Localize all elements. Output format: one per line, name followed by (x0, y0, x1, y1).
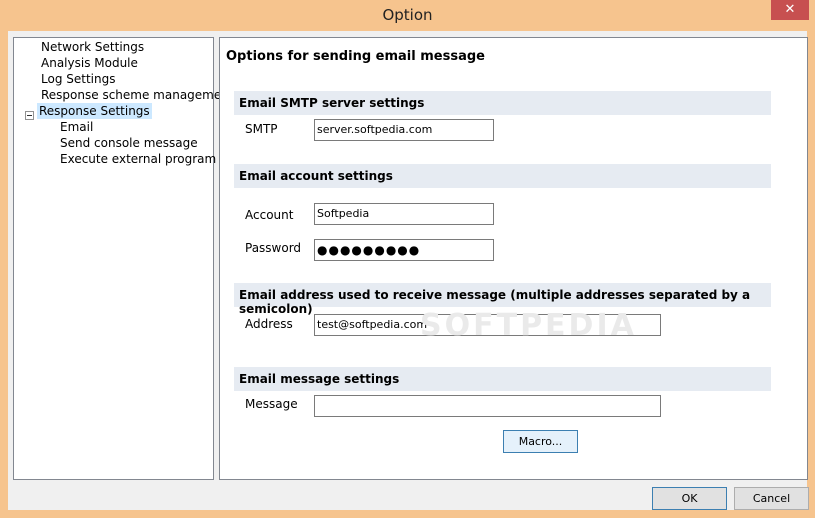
section-account: Email account settings (234, 164, 771, 188)
password-field[interactable]: ●●●●●●●●● (314, 239, 494, 261)
address-label: Address (245, 317, 293, 331)
account-label: Account (245, 208, 294, 222)
ok-button[interactable]: OK (652, 487, 727, 510)
option-window: Option ✕ Network Settings Analysis Modul… (0, 0, 815, 518)
smtp-field[interactable]: server.softpedia.com (314, 119, 494, 141)
section-message: Email message settings (234, 367, 771, 391)
macro-button[interactable]: Macro... (503, 430, 578, 453)
title-bar[interactable]: Option ✕ (0, 0, 815, 31)
smtp-label: SMTP (245, 122, 278, 136)
tree-item-response-scheme-management[interactable]: Response scheme management (39, 87, 236, 103)
tree-item-email[interactable]: Email (58, 119, 95, 135)
tree-item-response-settings[interactable]: Response Settings (37, 103, 152, 119)
close-icon[interactable]: ✕ (771, 0, 809, 20)
message-label: Message (245, 397, 298, 411)
tree-item-send-console-message[interactable]: Send console message (58, 135, 200, 151)
options-panel: Options for sending email message Email … (219, 37, 808, 480)
tree-item-log-settings[interactable]: Log Settings (39, 71, 117, 87)
section-message-title: Email message settings (239, 372, 400, 386)
panel-heading: Options for sending email message (226, 49, 485, 64)
settings-tree[interactable]: Network Settings Analysis Module Log Set… (13, 37, 234, 480)
section-smtp: Email SMTP server settings (234, 91, 771, 115)
tree-item-execute-external-program[interactable]: Execute external program (58, 151, 218, 167)
section-smtp-title: Email SMTP server settings (239, 96, 425, 110)
section-address: Email address used to receive message (m… (234, 283, 771, 316)
dialog-client-area: Network Settings Analysis Module Log Set… (8, 31, 809, 510)
tree-item-network-settings[interactable]: Network Settings (39, 39, 146, 55)
section-account-title: Email account settings (239, 169, 393, 183)
message-field[interactable] (314, 395, 661, 417)
tree-item-analysis-module[interactable]: Analysis Module (39, 55, 140, 71)
password-label: Password (245, 241, 302, 255)
window-title: Option (382, 6, 433, 24)
cancel-button[interactable]: Cancel (734, 487, 809, 510)
account-field[interactable]: Softpedia (314, 203, 494, 225)
collapse-icon[interactable] (25, 111, 34, 120)
address-field[interactable]: test@softpedia.com (314, 314, 661, 336)
section-address-title: Email address used to receive message (m… (239, 288, 751, 316)
